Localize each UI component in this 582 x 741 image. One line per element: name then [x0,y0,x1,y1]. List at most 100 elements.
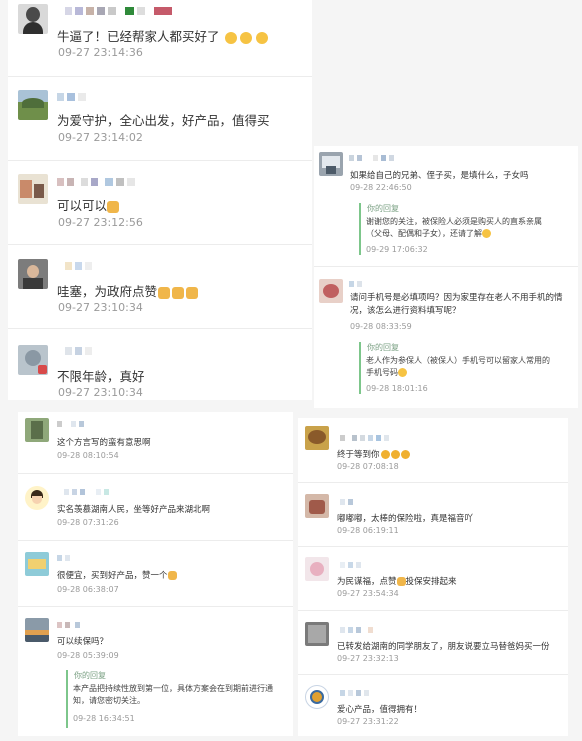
divider [18,540,293,541]
comment-text: 已转发给湖南的同学朋友了，朋友说要立马替爸妈买一份 [337,642,550,652]
cat-face-icon [400,450,410,459]
comment-time: 09-27 23:54:34 [337,589,399,598]
comment-time: 09-28 05:39:09 [57,651,119,660]
comment-time: 09-27 23:10:34 [58,386,143,399]
smiley-icon [224,31,237,44]
comment-text: 嘟嘟嘟，太棒的保险啦，真是福音吖 [337,514,474,524]
comment-time: 09-27 23:31:22 [337,717,399,726]
smiley-icon [240,31,253,44]
reply-text: 谢谢您的关注，被保险人必须是购买人的直系亲属（父母、配偶和子女），还请了解 [366,217,542,239]
reply-time: 09-28 18:01:16 [366,384,428,393]
avatar[interactable] [18,90,48,120]
comment-text: 请问手机号是必填项吗？因为家里存在老人不用手机的情况，该怎么进行资料填写呢？ [350,293,563,316]
divider [298,610,568,611]
comment-time: 09-28 06:38:07 [57,585,119,594]
cat-face-icon [380,450,390,459]
bottom-left-comment-panel: 这个方言写的蛮有意思啊 09-28 08:10:54 实名羡慕湖南人民，坐等好产… [18,412,293,736]
smiley-icon [256,31,269,44]
blurred-username [57,555,70,561]
comment-time: 09-27 23:14:02 [58,131,143,144]
comment-text: 爱心产品，值得拥有！ [337,705,423,715]
avatar[interactable] [18,259,48,289]
avatar[interactable] [18,345,48,375]
divider [314,266,578,267]
blurred-username [57,93,86,101]
avatar[interactable] [305,622,329,646]
comment-time: 09-28 07:08:18 [337,462,399,471]
comment-text: 很便宜，买到好产品，赞一个 [57,569,177,581]
comment-time: 09-28 08:33:59 [350,322,412,331]
top-right-comment-panel: 如果给自己的兄弟、侄子买，是填什么，子女吗 09-28 22:46:50 你的回… [314,146,578,408]
divider [8,244,312,245]
reply-text: 本产品把持续性放到第一位，具体方案会在到期前进行通知，请您密切关注。 [73,684,273,706]
comment-text: 这个方言写的蛮有意思啊 [57,438,151,448]
bottom-right-comment-panel: 终于等到你 09-28 07:08:18 嘟嘟嘟，太棒的保险啦，真是福音吖 09… [298,418,568,736]
divider [298,546,568,547]
divider [8,328,312,329]
smiley-icon [482,229,491,239]
avatar[interactable] [319,152,343,176]
avatar[interactable] [25,486,49,510]
blurred-username [65,7,172,15]
avatar[interactable] [305,426,329,450]
blurred-username [349,281,362,287]
comment-time: 09-27 23:12:56 [58,216,143,229]
blurred-username [340,499,353,505]
blurred-username [65,347,92,355]
blurred-username [349,155,394,161]
comment-time: 09-27 23:14:36 [58,46,143,59]
blurred-username [57,622,80,628]
divider [8,76,312,77]
comment-text: 如果给自己的兄弟、侄子买，是填什么，子女吗 [350,171,529,181]
comment-time: 09-28 06:19:11 [337,526,399,535]
comment-text: 可以可以 [57,195,120,214]
blurred-username [57,421,84,427]
comment-text: 为爱守护，全心出发，好产品，值得买 [57,113,270,128]
reply-label: 你的回复 [367,204,399,213]
avatar[interactable] [18,4,48,34]
thumbs-up-icon [186,286,199,299]
blurred-username [57,178,135,186]
comment-time: 09-28 07:31:26 [57,518,119,527]
avatar[interactable] [18,174,48,204]
reply-text: 老人作为参保人（被保人）手机号可以留家人常用的手机号码 [366,356,550,378]
divider [18,473,293,474]
comment-time: 09-27 23:10:34 [58,301,143,314]
avatar[interactable] [25,418,49,442]
blurred-username [340,562,361,568]
divider [8,160,312,161]
avatar[interactable] [319,279,343,303]
comment-text: 可以续保吗？ [57,637,109,647]
comment-text: 实名羡慕湖南人民，坐等好产品来湖北啊 [57,505,211,515]
avatar[interactable] [25,552,49,576]
divider [298,674,568,675]
comment-time: 09-27 23:32:13 [337,654,399,663]
comment-text: 牛逼了！已经帮家人都买好了 [57,26,269,45]
divider [298,482,568,483]
thumbs-up-icon [396,577,406,586]
smiley-icon [398,368,407,378]
thumbs-up-icon [172,286,185,299]
avatar[interactable] [305,685,329,709]
thumbs-up-icon [167,571,177,580]
comment-text: 终于等到你 [337,448,410,460]
divider [18,606,293,607]
avatar[interactable] [305,494,329,518]
comment-text: 不限年龄，真好 [57,369,145,384]
comment-text: 为民谋福，点赞 投保安排起来 [337,577,457,587]
comment-text: 哇塞，为政府点赞 [57,281,199,300]
thumbs-up-icon [158,286,171,299]
reply-label: 你的回复 [367,343,399,352]
reply-time: 09-29 17:06:32 [366,245,428,254]
avatar[interactable] [305,557,329,581]
avatar[interactable] [25,618,49,642]
comment-time: 09-28 08:10:54 [57,451,119,460]
blurred-username [340,435,389,441]
cat-face-icon [390,450,400,459]
comment-time: 09-28 22:46:50 [350,183,412,192]
blurred-username [340,627,373,633]
top-left-comment-panel: 牛逼了！已经帮家人都买好了 09-27 23:14:36 为爱守护，全心出发，好… [8,0,312,400]
blurred-username [340,690,369,696]
reply-time: 09-28 16:34:51 [73,714,135,723]
reply-label: 你的回复 [74,671,106,680]
